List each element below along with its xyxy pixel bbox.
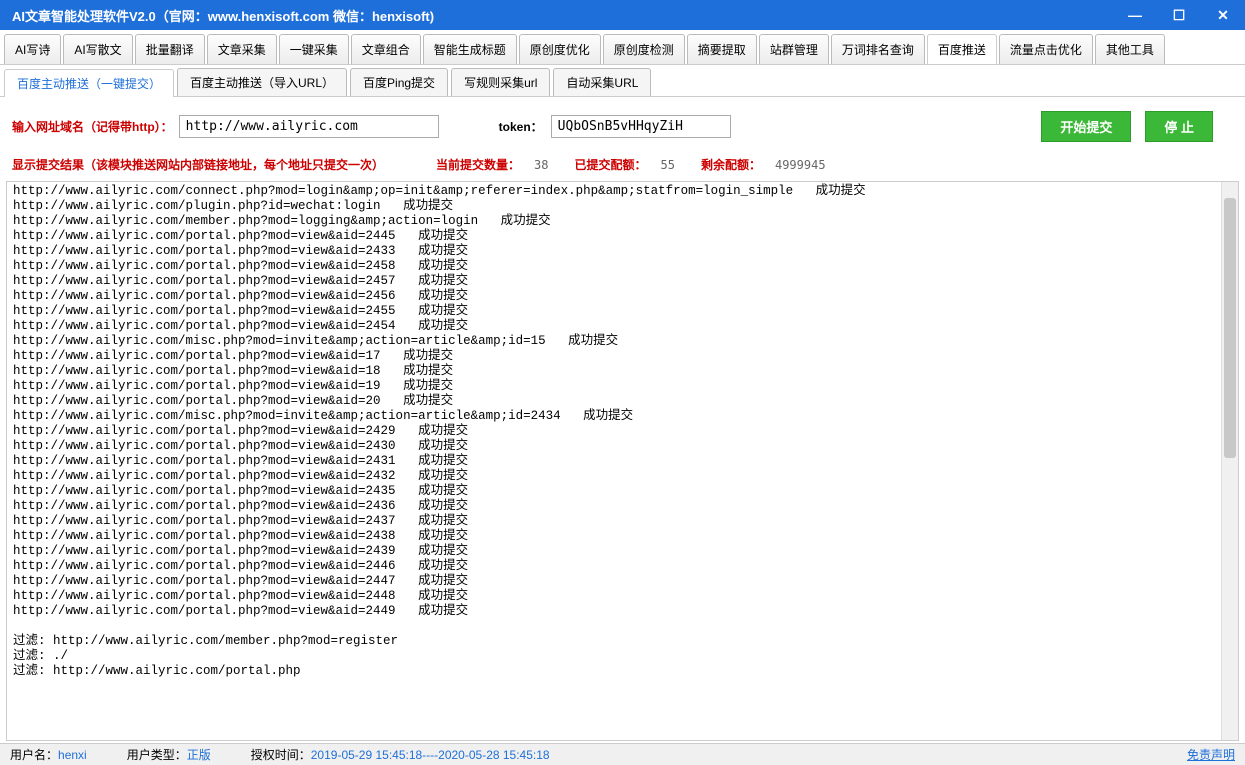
log-textarea[interactable]: http://www.ailyric.com/connect.php?mod=l… bbox=[7, 182, 1221, 740]
scrollbar[interactable] bbox=[1221, 182, 1238, 740]
current-count-label: 当前提交数量： bbox=[436, 156, 520, 173]
sub-tab-2[interactable]: 百度Ping提交 bbox=[350, 68, 448, 96]
token-label: token： bbox=[499, 118, 543, 135]
main-tab-2[interactable]: 批量翻译 bbox=[135, 34, 205, 64]
remain-quota-label: 剩余配额： bbox=[701, 156, 761, 173]
main-tab-14[interactable]: 其他工具 bbox=[1095, 34, 1165, 64]
stop-button[interactable]: 停 止 bbox=[1145, 111, 1213, 142]
user-label: 用户名： bbox=[10, 748, 58, 762]
main-tab-0[interactable]: AI写诗 bbox=[4, 34, 61, 64]
sub-tab-0[interactable]: 百度主动推送（一键提交） bbox=[4, 69, 174, 97]
main-tab-12[interactable]: 百度推送 bbox=[927, 34, 997, 64]
submitted-quota-value: 55 bbox=[661, 158, 675, 172]
sub-tab-bar: 百度主动推送（一键提交）百度主动推送（导入URL）百度Ping提交写规则采集ur… bbox=[0, 65, 1245, 97]
url-label: 输入网址域名（记得带http）： bbox=[12, 118, 173, 135]
sub-tab-4[interactable]: 自动采集URL bbox=[553, 68, 651, 96]
auth-label: 授权时间： bbox=[251, 748, 311, 762]
main-tab-10[interactable]: 站群管理 bbox=[759, 34, 829, 64]
token-input[interactable] bbox=[551, 115, 731, 138]
disclaimer-link[interactable]: 免责声明 bbox=[1187, 746, 1235, 763]
main-tab-4[interactable]: 一键采集 bbox=[279, 34, 349, 64]
title-bar: AI文章智能处理软件V2.0（官网：www.henxisoft.com 微信：h… bbox=[0, 0, 1245, 30]
remain-quota-value: 4999945 bbox=[775, 158, 826, 172]
main-tab-3[interactable]: 文章采集 bbox=[207, 34, 277, 64]
main-tab-7[interactable]: 原创度优化 bbox=[519, 34, 601, 64]
auth-value: 2019-05-29 15:45:18----2020-05-28 15:45:… bbox=[311, 748, 550, 762]
stats-row: 显示提交结果（该模块推送网站内部链接地址，每个地址只提交一次） 当前提交数量： … bbox=[0, 150, 1245, 179]
app-title: AI文章智能处理软件V2.0（官网：www.henxisoft.com 微信：h… bbox=[12, 6, 434, 25]
sub-tab-3[interactable]: 写规则采集url bbox=[451, 68, 550, 96]
sub-tab-1[interactable]: 百度主动推送（导入URL） bbox=[177, 68, 347, 96]
log-panel: http://www.ailyric.com/connect.php?mod=l… bbox=[6, 181, 1239, 741]
main-tab-5[interactable]: 文章组合 bbox=[351, 34, 421, 64]
input-row: 输入网址域名（记得带http）： token： 开始提交 停 止 bbox=[0, 97, 1245, 150]
window-controls: — ☐ ✕ bbox=[1113, 0, 1245, 30]
status-bar: 用户名：henxi 用户类型：正版 授权时间：2019-05-29 15:45:… bbox=[0, 743, 1245, 765]
minimize-icon[interactable]: — bbox=[1113, 0, 1157, 30]
main-tab-11[interactable]: 万词排名查询 bbox=[831, 34, 925, 64]
url-input[interactable] bbox=[179, 115, 439, 138]
submitted-quota-label: 已提交配额： bbox=[574, 156, 646, 173]
scrollbar-thumb[interactable] bbox=[1224, 198, 1236, 458]
main-tab-9[interactable]: 摘要提取 bbox=[687, 34, 757, 64]
main-tab-8[interactable]: 原创度检测 bbox=[603, 34, 685, 64]
current-count-value: 38 bbox=[534, 158, 548, 172]
main-tab-13[interactable]: 流量点击优化 bbox=[999, 34, 1093, 64]
main-tab-1[interactable]: AI写散文 bbox=[63, 34, 132, 64]
result-label: 显示提交结果（该模块推送网站内部链接地址，每个地址只提交一次） bbox=[12, 156, 384, 173]
close-icon[interactable]: ✕ bbox=[1201, 0, 1245, 30]
main-tab-bar: AI写诗AI写散文批量翻译文章采集一键采集文章组合智能生成标题原创度优化原创度检… bbox=[0, 30, 1245, 65]
type-value: 正版 bbox=[187, 748, 211, 762]
main-tab-6[interactable]: 智能生成标题 bbox=[423, 34, 517, 64]
type-label: 用户类型： bbox=[127, 748, 187, 762]
user-value: henxi bbox=[58, 748, 87, 762]
start-button[interactable]: 开始提交 bbox=[1041, 111, 1131, 142]
maximize-icon[interactable]: ☐ bbox=[1157, 0, 1201, 30]
